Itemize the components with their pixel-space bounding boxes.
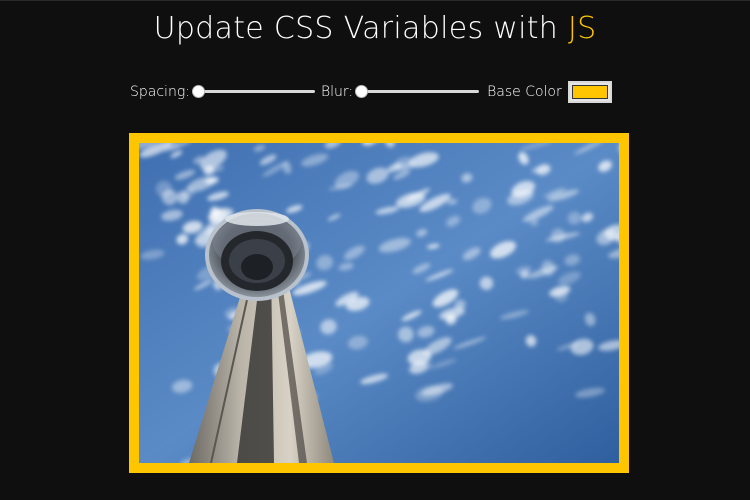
base-color-label: Base Color bbox=[487, 84, 562, 100]
controls: Spacing: Blur: Base Color bbox=[130, 81, 612, 103]
page-title: Update CSS Variables with JS bbox=[0, 11, 750, 46]
base-color-picker[interactable] bbox=[567, 81, 612, 103]
blur-slider-thumb[interactable] bbox=[355, 85, 369, 98]
page: Update CSS Variables with JS Spacing: Bl… bbox=[0, 0, 750, 500]
blur-label: Blur: bbox=[320, 84, 354, 100]
blur-slider[interactable] bbox=[355, 81, 480, 103]
spacing-slider[interactable] bbox=[191, 81, 315, 103]
spacing-slider-thumb[interactable] bbox=[191, 85, 205, 98]
title-highlight: JS bbox=[567, 11, 597, 46]
photo-frame bbox=[129, 133, 629, 473]
spacing-slider-track bbox=[191, 90, 315, 93]
base-color-fill bbox=[571, 85, 608, 99]
blur-slider-track bbox=[355, 90, 480, 93]
spacing-label: Spacing: bbox=[130, 84, 190, 100]
tower-photo bbox=[139, 143, 619, 463]
title-prefix: Update CSS Variables with bbox=[153, 11, 568, 46]
